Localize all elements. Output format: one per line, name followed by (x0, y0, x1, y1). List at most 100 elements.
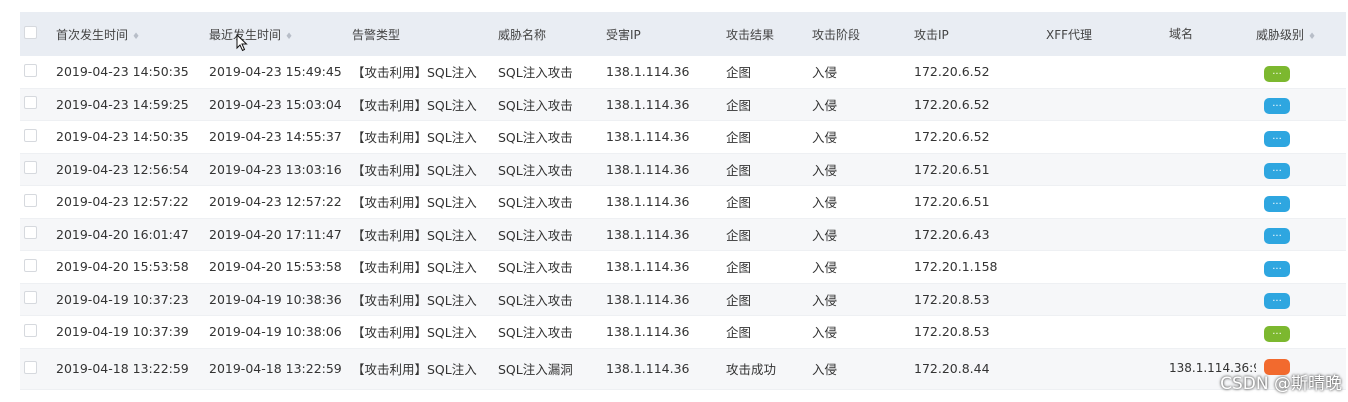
column-header[interactable]: 攻击结果 (726, 26, 812, 43)
first-seen-cell: 2019-04-23 12:56:54 (56, 161, 189, 177)
threat-name-cell: SQL注入攻击 (498, 260, 573, 276)
first-seen-cell: 2019-04-23 14:50:35 (56, 129, 189, 145)
table-row[interactable]: 2019-04-20 15:53:58 2019-04-20 15:53:58 【攻… (20, 251, 1346, 284)
threat-level-badge[interactable]: ... (1264, 163, 1290, 180)
sort-icon[interactable]: ♦ (285, 32, 293, 42)
column-header[interactable]: 告警类型 (352, 26, 498, 43)
select-all-checkbox-cell (20, 26, 56, 42)
alert-type-cell: 【攻击利用】SQL注入 (352, 97, 477, 113)
threat-name-cell: SQL注入攻击 (498, 130, 573, 146)
sort-icon[interactable]: ♦ (132, 32, 140, 42)
attacker-ip-cell: 172.20.6.52 (914, 96, 990, 112)
column-header-label: 域名 (1169, 26, 1194, 41)
threat-level-badge[interactable]: ... (1264, 293, 1290, 310)
table-row[interactable]: 2019-04-19 10:37:23 2019-04-19 10:38:36 【攻… (20, 283, 1346, 316)
threat-level-cell: ... (1256, 62, 1346, 82)
alert-type-cell: 【攻击利用】SQL注入 (352, 162, 477, 178)
column-header-label: XFF代理 (1046, 27, 1093, 42)
last-seen-cell: 2019-04-19 10:38:36 (209, 291, 342, 307)
column-header[interactable]: 首次发生时间 ♦ (56, 26, 209, 43)
threat-level-badge[interactable]: ... (1264, 260, 1290, 277)
row-checkbox[interactable] (24, 63, 37, 77)
threat-level-cell: ... (1256, 289, 1346, 310)
row-checkbox[interactable] (24, 193, 37, 207)
last-seen-cell: 2019-04-23 15:49:45 (209, 64, 342, 80)
table-row[interactable]: 2019-04-23 14:50:35 2019-04-23 14:55:37 【攻… (20, 121, 1346, 154)
table-row[interactable]: 2019-04-19 10:37:39 2019-04-19 10:38:06 【攻… (20, 316, 1346, 349)
row-checkbox[interactable] (24, 226, 37, 240)
row-checkbox-cell (20, 161, 56, 177)
alert-type-cell: 【攻击利用】SQL注入 (352, 292, 477, 308)
threat-level-cell: ... (1256, 322, 1346, 342)
table-row[interactable]: 2019-04-20 16:01:47 2019-04-20 17:11:47 【攻… (20, 218, 1346, 251)
first-seen-cell: 2019-04-19 10:37:39 (56, 324, 189, 340)
watermark: CSDN @斯晴晚 (1220, 374, 1342, 394)
table-row[interactable]: 2019-04-23 14:50:35 2019-04-23 15:49:45 【攻… (20, 56, 1346, 89)
attack-stage-cell: 入侵 (812, 227, 838, 243)
row-checkbox-cell (20, 63, 56, 80)
select-all-checkbox[interactable] (24, 26, 37, 39)
column-header[interactable]: 攻击阶段 (812, 26, 914, 43)
table-row[interactable]: 2019-04-18 13:22:59 2019-04-18 13:22:59 【攻… (20, 348, 1346, 390)
table-row[interactable]: 2019-04-23 14:59:25 2019-04-23 15:03:04 【攻… (20, 88, 1346, 121)
column-header-label: 威胁名称 (498, 27, 547, 42)
row-checkbox[interactable] (24, 323, 37, 337)
victim-ip-cell: 138.1.114.36 (606, 361, 690, 376)
alert-type-cell: 【攻击利用】SQL注入 (352, 325, 477, 341)
column-header-label: 攻击结果 (726, 27, 775, 42)
attack-result-cell: 企图 (726, 260, 752, 276)
row-checkbox[interactable] (24, 128, 37, 142)
first-seen-cell: 2019-04-19 10:37:23 (56, 291, 189, 307)
last-seen-cell: 2019-04-23 12:57:22 (209, 194, 342, 210)
victim-ip-cell: 138.1.114.36 (606, 129, 690, 145)
attack-stage-cell: 入侵 (812, 97, 838, 113)
sort-icon[interactable]: ♦ (1308, 32, 1316, 42)
column-header[interactable]: 最近发生时间 ♦ (209, 26, 352, 43)
column-header[interactable]: 威胁级别 ♦ (1256, 26, 1346, 43)
victim-ip-cell: 138.1.114.36 (606, 226, 690, 242)
threat-level-cell: ... (1256, 127, 1346, 147)
threat-level-badge[interactable]: ... (1264, 195, 1290, 212)
row-checkbox[interactable] (24, 161, 37, 175)
victim-ip-cell: 138.1.114.36 (606, 259, 690, 275)
first-seen-cell: 2019-04-20 16:01:47 (56, 226, 189, 242)
row-checkbox[interactable] (24, 291, 37, 305)
column-header[interactable]: 域名 (1169, 27, 1256, 42)
attack-result-cell: 攻击成功 (726, 362, 777, 377)
threat-level-badge[interactable]: ... (1264, 130, 1290, 147)
threat-level-cell: ... (1256, 94, 1346, 115)
row-checkbox-cell (20, 291, 56, 307)
last-seen-cell: 2019-04-19 10:38:06 (209, 324, 342, 340)
first-seen-cell: 2019-04-23 14:59:25 (56, 96, 189, 112)
column-header[interactable]: 受害IP (606, 26, 726, 43)
first-seen-cell: 2019-04-20 15:53:58 (56, 259, 189, 275)
threat-name-cell: SQL注入攻击 (498, 195, 573, 211)
attack-result-cell: 企图 (726, 130, 752, 146)
row-checkbox[interactable] (24, 258, 37, 272)
column-header-label: 告警类型 (352, 27, 401, 42)
column-header[interactable]: 攻击IP (914, 26, 1046, 43)
alert-table: 首次发生时间 ♦ 最近发生时间 ♦ 告警类型 威胁名称 受害IP 攻击结果 攻击阶段 攻击IP XF… (20, 12, 1346, 390)
row-checkbox[interactable] (24, 360, 37, 374)
table-row[interactable]: 2019-04-23 12:56:54 2019-04-23 13:03:16 【攻… (20, 153, 1346, 186)
last-seen-cell: 2019-04-23 14:55:37 (209, 129, 342, 145)
threat-level-badge[interactable]: ... (1264, 98, 1290, 115)
row-checkbox-cell (20, 226, 56, 242)
row-checkbox-cell (20, 193, 56, 210)
attack-result-cell: 企图 (726, 65, 752, 81)
alert-type-cell: 【攻击利用】SQL注入 (352, 362, 477, 377)
row-checkbox-cell (20, 258, 56, 275)
column-header-label: 威胁级别 (1256, 27, 1305, 42)
row-checkbox[interactable] (24, 96, 37, 110)
mouse-cursor-icon (236, 34, 248, 52)
column-header[interactable]: 威胁名称 (498, 26, 606, 43)
attacker-ip-cell: 172.20.8.53 (914, 291, 990, 307)
column-header[interactable]: XFF代理 (1046, 26, 1169, 43)
table-row[interactable]: 2019-04-23 12:57:22 2019-04-23 12:57:22 【攻… (20, 186, 1346, 219)
alert-type-cell: 【攻击利用】SQL注入 (352, 65, 477, 81)
attack-result-cell: 企图 (726, 97, 752, 113)
threat-level-badge[interactable]: ... (1264, 65, 1290, 82)
threat-level-badge[interactable]: ... (1264, 325, 1290, 342)
victim-ip-cell: 138.1.114.36 (606, 161, 690, 177)
threat-level-badge[interactable]: ... (1264, 228, 1290, 245)
